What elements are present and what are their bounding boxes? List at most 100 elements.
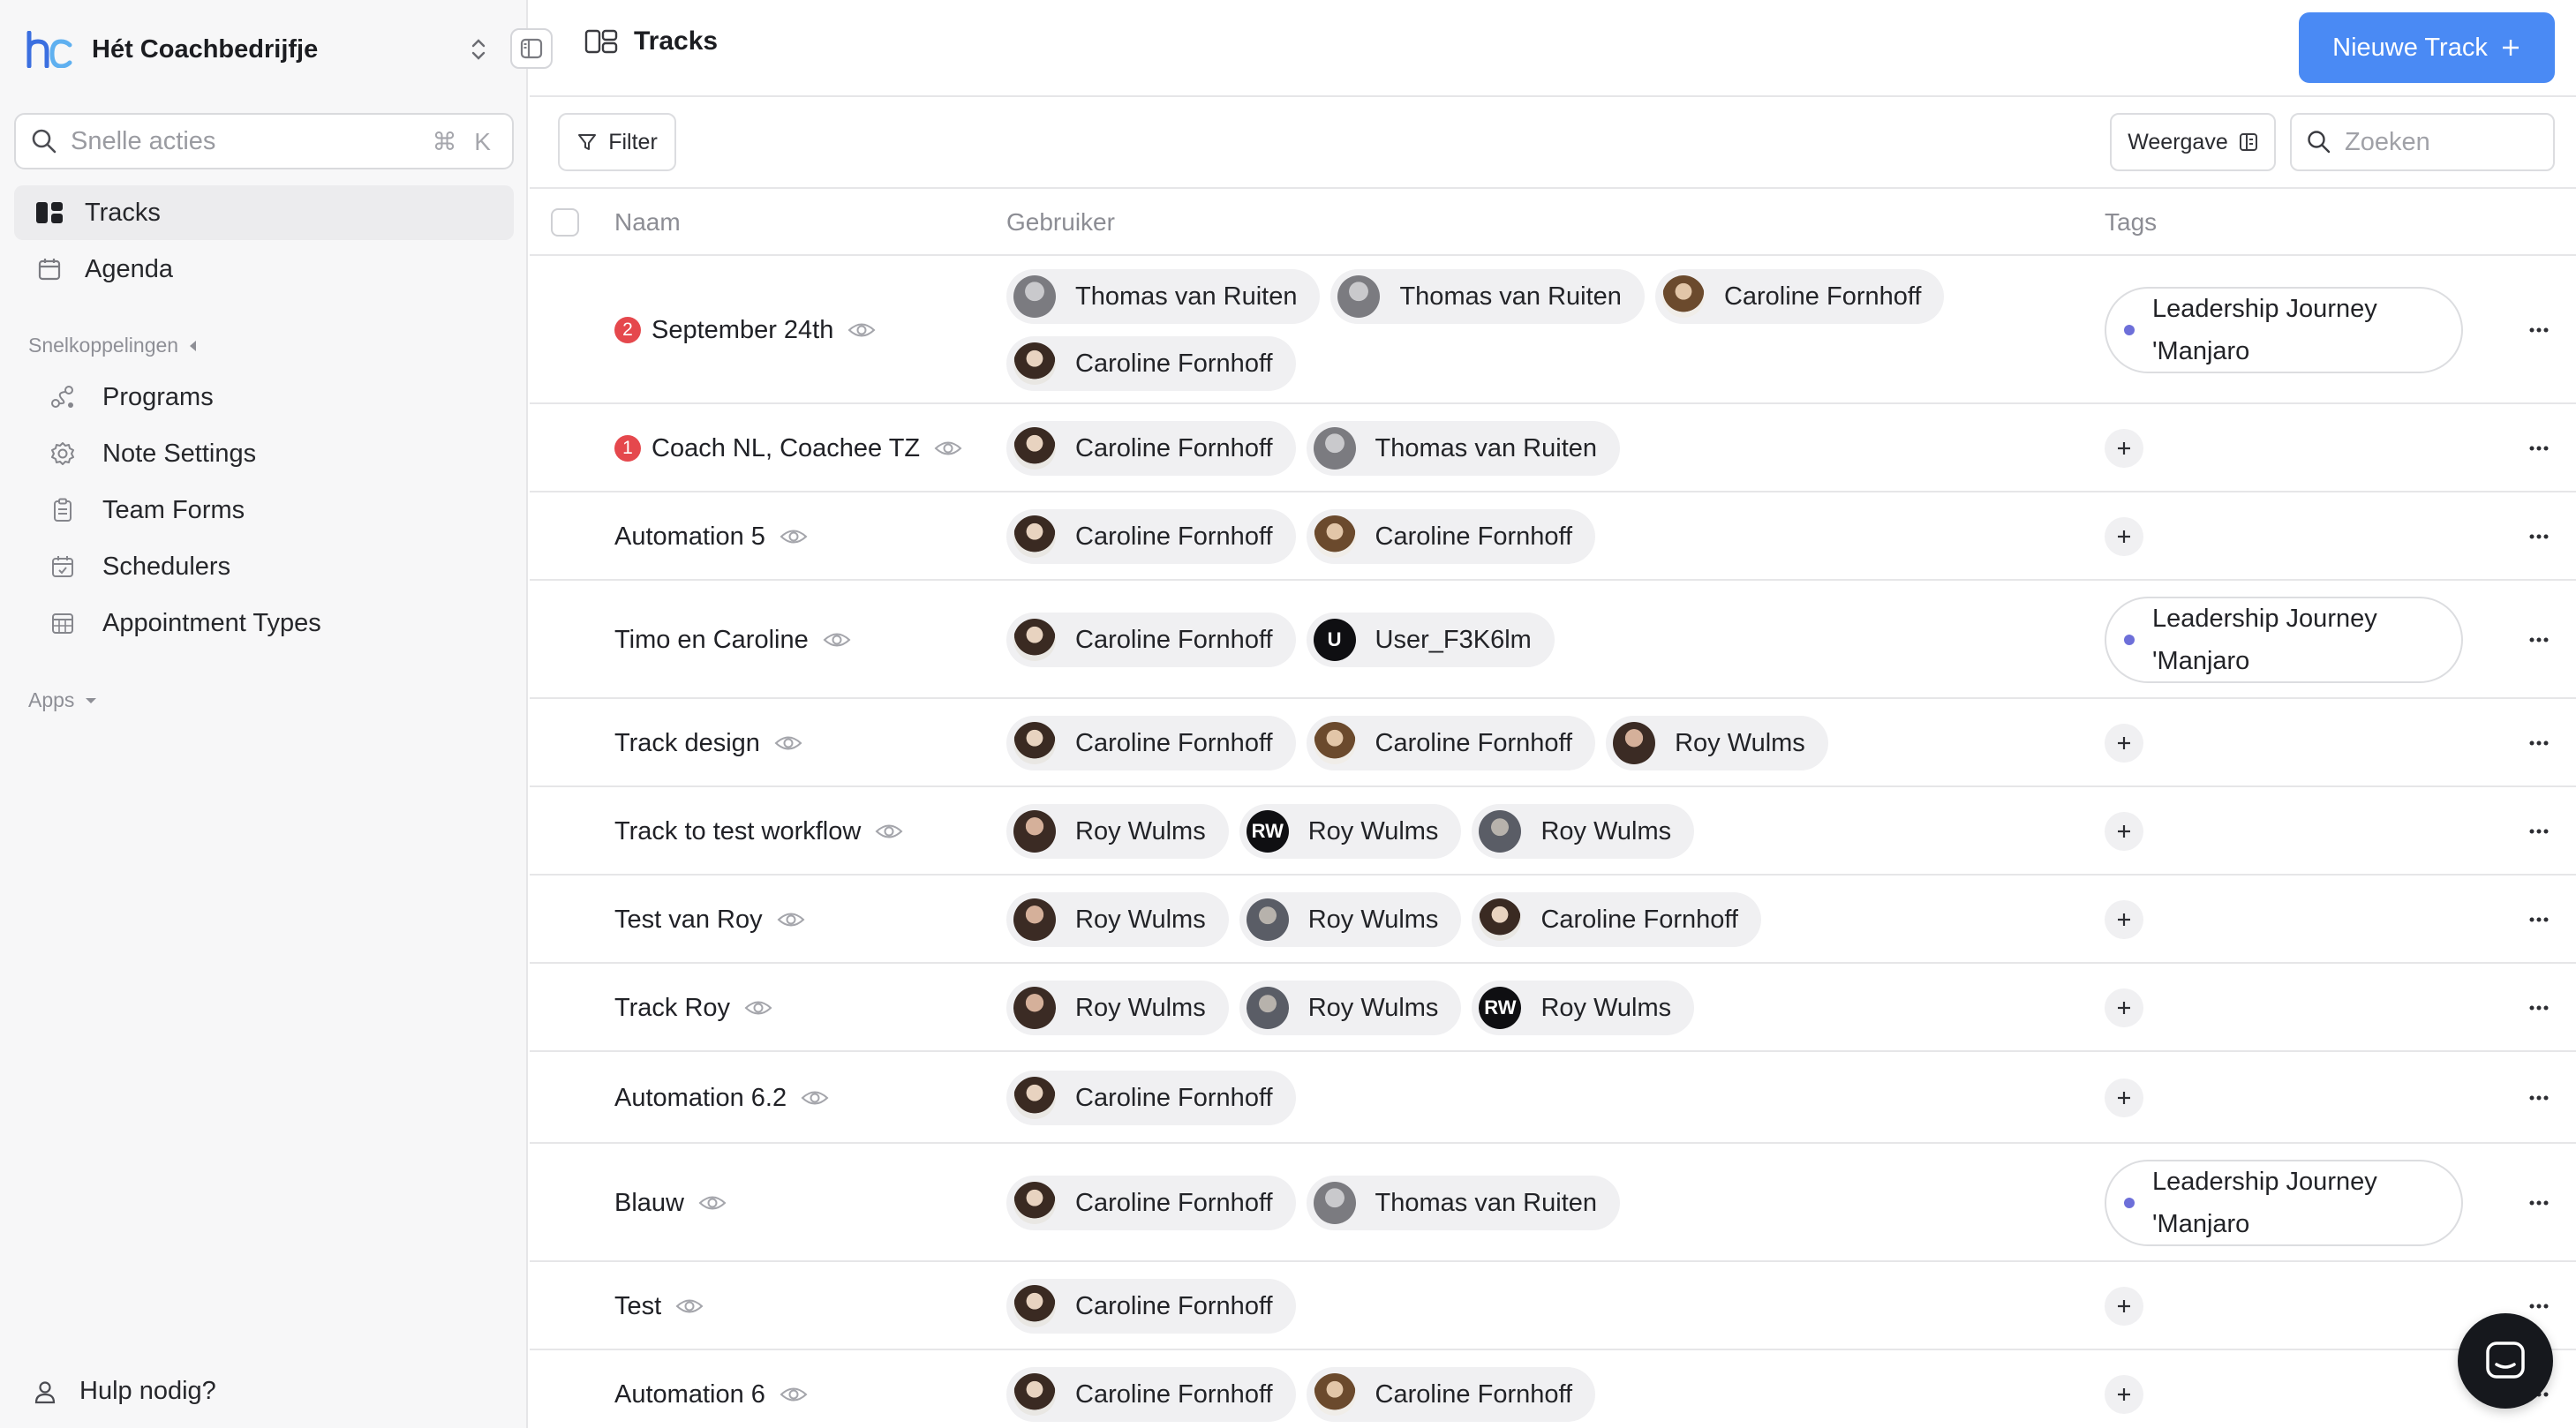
add-tag-button[interactable] <box>2105 517 2143 556</box>
table-row[interactable]: Automation 5 Caroline Fornhoff Caroline Fo… <box>530 492 2576 581</box>
user-chip[interactable]: Caroline Fornhoff <box>1006 336 1296 391</box>
user-chip[interactable]: Thomas van Ruiten <box>1306 1176 1621 1230</box>
user-chip[interactable]: Caroline Fornhoff <box>1306 509 1596 564</box>
sidebar-item-tracks[interactable]: Tracks <box>14 185 514 240</box>
eye-icon[interactable] <box>744 998 772 1018</box>
tag-pill[interactable]: Leadership Journey 'Manjaro <box>2105 1160 2463 1246</box>
track-name-cell[interactable]: Automation 6.2 <box>614 1080 829 1116</box>
track-name-cell[interactable]: 2 September 24th <box>614 312 876 348</box>
quick-actions-search[interactable]: Snelle acties ⌘ K <box>14 113 514 169</box>
table-row[interactable]: Track Roy Roy Wulms Roy Wulms RW Roy Wulms <box>530 964 2576 1052</box>
eye-icon[interactable] <box>823 630 851 650</box>
more-actions-button[interactable] <box>2514 317 2564 343</box>
user-chip[interactable]: Roy Wulms <box>1239 892 1462 947</box>
user-chip[interactable]: Caroline Fornhoff <box>1006 716 1296 770</box>
table-row[interactable]: Timo en Caroline Caroline Fornhoff U User_F… <box>530 581 2576 699</box>
chat-support-button[interactable] <box>2458 1313 2553 1409</box>
eye-icon[interactable] <box>847 320 876 340</box>
user-chip[interactable]: Roy Wulms <box>1606 716 1828 770</box>
track-name-cell[interactable]: 1 Coach NL, Coachee TZ <box>614 431 962 466</box>
sidebar-item-appointment-types[interactable]: Appointment Types <box>39 597 514 650</box>
table-row[interactable]: Blauw Caroline Fornhoff Thomas van Ruiten L… <box>530 1144 2576 1262</box>
user-chip[interactable]: Caroline Fornhoff <box>1006 421 1296 476</box>
table-row[interactable]: 1 Coach NL, Coachee TZ Caroline Fornhoff Th… <box>530 404 2576 492</box>
more-actions-button[interactable] <box>2514 1190 2564 1216</box>
user-chip[interactable]: Caroline Fornhoff <box>1006 613 1296 667</box>
filter-button[interactable]: Filter <box>558 113 676 171</box>
sidebar-toggle-icon[interactable] <box>510 28 553 69</box>
sidebar-item-note-settings[interactable]: Note Settings <box>39 427 514 480</box>
help-link[interactable]: Hulp nodig? <box>32 1377 216 1406</box>
more-actions-button[interactable] <box>2514 523 2564 550</box>
user-chip[interactable]: Caroline Fornhoff <box>1006 1367 1296 1422</box>
add-tag-button[interactable] <box>2105 1287 2143 1326</box>
eye-icon[interactable] <box>875 822 903 841</box>
add-tag-button[interactable] <box>2105 900 2143 939</box>
chevron-up-down-icon[interactable] <box>463 32 494 67</box>
new-track-button[interactable]: Nieuwe Track <box>2299 12 2555 83</box>
eye-icon[interactable] <box>675 1296 704 1316</box>
user-chip[interactable]: Caroline Fornhoff <box>1306 716 1596 770</box>
user-chip[interactable]: Roy Wulms <box>1006 804 1229 859</box>
table-row[interactable]: Test van Roy Roy Wulms Roy Wulms Caroline F… <box>530 876 2576 964</box>
user-chip[interactable]: Caroline Fornhoff <box>1006 1279 1296 1334</box>
track-name-cell[interactable]: Automation 5 <box>614 519 808 554</box>
column-header-name[interactable]: Naam <box>614 208 681 237</box>
add-tag-button[interactable] <box>2105 724 2143 763</box>
more-actions-button[interactable] <box>2514 818 2564 845</box>
add-tag-button[interactable] <box>2105 1375 2143 1414</box>
user-chip[interactable]: RW Roy Wulms <box>1472 981 1695 1035</box>
track-name-cell[interactable]: Blauw <box>614 1185 727 1221</box>
search-input[interactable]: Zoeken <box>2290 113 2555 171</box>
track-name-cell[interactable]: Test van Roy <box>614 902 805 937</box>
column-header-users[interactable]: Gebruiker <box>1006 208 1115 237</box>
eye-icon[interactable] <box>698 1193 727 1213</box>
eye-icon[interactable] <box>780 527 808 546</box>
more-actions-button[interactable] <box>2514 435 2564 462</box>
track-name-cell[interactable]: Track to test workflow <box>614 814 903 849</box>
sidebar-item-team-forms[interactable]: Team Forms <box>39 484 514 537</box>
user-chip[interactable]: U User_F3K6lm <box>1306 613 1555 667</box>
user-chip[interactable]: Thomas van Ruiten <box>1330 269 1645 324</box>
track-name-cell[interactable]: Track design <box>614 725 802 761</box>
user-chip[interactable]: Thomas van Ruiten <box>1306 421 1621 476</box>
more-actions-button[interactable] <box>2514 627 2564 653</box>
more-actions-button[interactable] <box>2514 995 2564 1021</box>
user-chip[interactable]: RW Roy Wulms <box>1239 804 1462 859</box>
workspace-switcher[interactable]: Hét Coachbedrijfje <box>25 23 519 76</box>
user-chip[interactable]: Roy Wulms <box>1006 981 1229 1035</box>
column-header-tags[interactable]: Tags <box>2105 208 2157 237</box>
tag-pill[interactable]: Leadership Journey 'Manjaro <box>2105 287 2463 373</box>
tag-pill[interactable]: Leadership Journey 'Manjaro <box>2105 597 2463 683</box>
eye-icon[interactable] <box>777 910 805 929</box>
user-chip[interactable]: Caroline Fornhoff <box>1006 1176 1296 1230</box>
add-tag-button[interactable] <box>2105 988 2143 1027</box>
more-actions-button[interactable] <box>2514 906 2564 933</box>
user-chip[interactable]: Roy Wulms <box>1006 892 1229 947</box>
user-chip[interactable]: Thomas van Ruiten <box>1006 269 1321 324</box>
apps-section-header[interactable]: Apps <box>28 688 99 712</box>
add-tag-button[interactable] <box>2105 1079 2143 1117</box>
sidebar-item-programs[interactable]: Programs <box>39 371 514 424</box>
sidebar-item-agenda[interactable]: Agenda <box>14 242 514 297</box>
table-row[interactable]: Track design Caroline Fornhoff Caroline Fo… <box>530 699 2576 787</box>
table-row[interactable]: Test Caroline Fornhoff <box>530 1262 2576 1350</box>
user-chip[interactable]: Caroline Fornhoff <box>1654 269 1945 324</box>
user-chip[interactable]: Caroline Fornhoff <box>1306 1367 1596 1422</box>
user-chip[interactable]: Roy Wulms <box>1239 981 1462 1035</box>
more-actions-button[interactable] <box>2514 730 2564 756</box>
select-all-checkbox[interactable] <box>551 208 579 237</box>
user-chip[interactable]: Caroline Fornhoff <box>1006 509 1296 564</box>
eye-icon[interactable] <box>934 439 962 458</box>
shortcuts-section-header[interactable]: Snelkoppelingen <box>28 334 198 357</box>
user-chip[interactable]: Caroline Fornhoff <box>1006 1071 1296 1125</box>
view-button[interactable]: Weergave <box>2110 113 2276 171</box>
eye-icon[interactable] <box>801 1088 829 1108</box>
sidebar-item-schedulers[interactable]: Schedulers <box>39 540 514 593</box>
track-name-cell[interactable]: Track Roy <box>614 990 772 1026</box>
track-name-cell[interactable]: Timo en Caroline <box>614 622 851 658</box>
user-chip[interactable]: Caroline Fornhoff <box>1472 892 1761 947</box>
more-actions-button[interactable] <box>2514 1085 2564 1111</box>
table-row[interactable]: Automation 6 Caroline Fornhoff Caroline Fo… <box>530 1350 2576 1428</box>
eye-icon[interactable] <box>780 1385 808 1404</box>
